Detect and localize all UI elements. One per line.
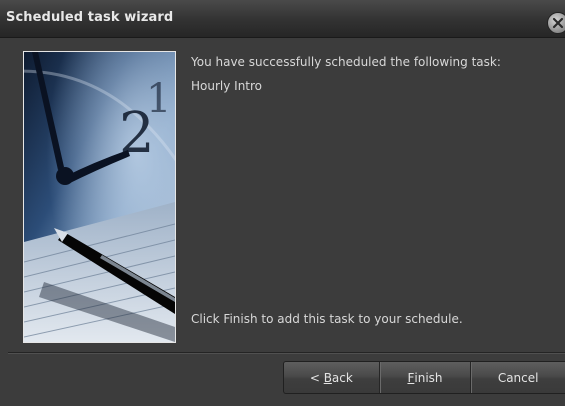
finish-button[interactable]: Finish — [380, 362, 472, 393]
success-message: You have successfully scheduled the foll… — [191, 55, 501, 69]
finish-button-mnemonic: F — [407, 370, 415, 385]
wizard-window: Scheduled task wizard 2 1 You have succe… — [0, 0, 565, 406]
back-button-prefix: < — [309, 370, 324, 385]
svg-text:1: 1 — [146, 76, 171, 122]
instruction-message: Click Finish to add this task to your sc… — [191, 312, 463, 326]
back-button-mnemonic: B — [323, 370, 332, 385]
title-bar[interactable]: Scheduled task wizard — [0, 0, 565, 38]
clock-and-pen-image: 2 1 — [24, 52, 175, 342]
side-image-frame: 2 1 — [23, 51, 176, 343]
task-name: Hourly Intro — [191, 79, 263, 93]
button-group: < Back Finish Cancel — [283, 361, 565, 394]
close-icon[interactable] — [547, 12, 565, 34]
window-title: Scheduled task wizard — [6, 10, 174, 25]
footer-separator — [8, 352, 565, 354]
back-button-rest: ack — [331, 370, 353, 385]
cancel-button-label: Cancel — [497, 370, 539, 385]
cancel-button[interactable]: Cancel — [471, 362, 565, 393]
finish-button-rest: inish — [414, 370, 443, 385]
back-button[interactable]: < Back — [284, 362, 380, 393]
